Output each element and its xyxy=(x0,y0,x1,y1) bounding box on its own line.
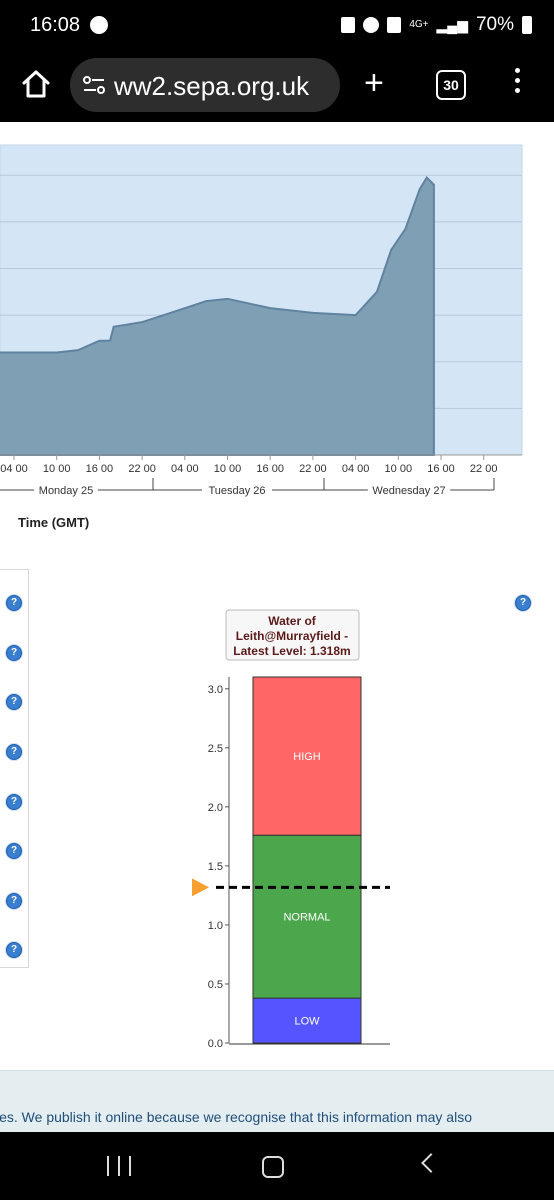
x-axis-ticks: 04 00 10 00 16 00 22 00 04 00 10 00 16 00 22 00… xyxy=(0,454,522,475)
band-label: HIGH xyxy=(293,751,321,763)
home-icon[interactable] xyxy=(18,66,54,102)
alarm-icon xyxy=(363,17,380,33)
signal-icon: ▂▄▆ xyxy=(436,16,468,33)
x-tick-label: 04 00 xyxy=(0,463,28,475)
x-tick-label: 16 00 xyxy=(256,463,284,475)
x-tick-label: 04 00 xyxy=(171,463,199,475)
x-tick-label: 10 00 xyxy=(214,463,242,475)
network-type: 4G+ xyxy=(409,19,429,30)
messenger-icon xyxy=(90,16,108,34)
url-text[interactable]: ww2.sepa.org.uk xyxy=(114,71,336,102)
level-bands: LOW NORMAL HIGH xyxy=(252,676,362,1044)
address-bar[interactable]: ww2.sepa.org.uk xyxy=(70,58,340,112)
page-content: 04 00 10 00 16 00 22 00 04 00 10 00 16 00 22 00… xyxy=(0,122,554,1132)
status-icons: 4G+ ▂▄▆ 70% xyxy=(341,14,532,36)
battery-icon xyxy=(522,16,532,34)
tab-switcher-button[interactable]: 30 xyxy=(436,70,466,100)
y-tick-label: 0.5 xyxy=(208,979,223,991)
day-label: Tuesday 26 xyxy=(208,485,265,497)
home-nav-button[interactable] xyxy=(262,1156,284,1178)
x-tick-label: 10 00 xyxy=(385,463,413,475)
band-label: NORMAL xyxy=(283,912,330,924)
y-tick-label: 2.5 xyxy=(208,743,223,755)
day-labels: Monday 25 Tuesday 26 Wednesday 27 xyxy=(0,478,495,498)
x-tick-label: 22 00 xyxy=(128,463,156,475)
footer-text: ies. We publish it online because we rec… xyxy=(0,1109,472,1125)
latest-level-marker xyxy=(192,878,209,897)
site-settings-icon[interactable] xyxy=(82,75,106,95)
recents-button[interactable] xyxy=(107,1156,131,1176)
x-tick-label: 10 00 xyxy=(43,463,71,475)
x-tick-label: 22 00 xyxy=(470,463,498,475)
info-footer: ies. We publish it online because we rec… xyxy=(0,1070,554,1132)
system-nav-bar xyxy=(0,1132,554,1200)
x-tick-label: 04 00 xyxy=(342,463,370,475)
y-tick-label: 1.5 xyxy=(208,861,223,873)
x-tick-label: 16 00 xyxy=(86,463,114,475)
day-label: Monday 25 xyxy=(39,485,93,497)
back-button[interactable] xyxy=(421,1153,441,1173)
more-menu-icon[interactable] xyxy=(514,68,522,98)
mute-icon xyxy=(387,17,402,33)
y-tick-label: 1.0 xyxy=(208,920,223,932)
new-tab-button[interactable]: + xyxy=(364,66,384,100)
y-tick-label: 0.0 xyxy=(208,1038,223,1050)
status-bar: 16:08 4G+ ▂▄▆ 70% xyxy=(0,0,554,52)
x-tick-label: 16 00 xyxy=(427,463,455,475)
x-axis-title: Time (GMT) xyxy=(18,515,90,530)
title-line: Water of xyxy=(268,614,317,628)
battery-percent: 70% xyxy=(475,14,514,35)
title-line: Latest Level: 1.318m xyxy=(233,644,350,658)
status-time: 16:08 xyxy=(30,14,81,36)
notification-icon xyxy=(341,17,356,33)
band-label: LOW xyxy=(294,1016,320,1028)
title-line: Leith@Murrayfield - xyxy=(236,629,348,643)
latest-level-gauge: Water ofLeith@Murrayfield -Latest Level:… xyxy=(192,609,390,1050)
river-level-area-chart: 04 00 10 00 16 00 22 00 04 00 10 00 16 00 22 00… xyxy=(0,144,523,498)
day-label: Wednesday 27 xyxy=(372,485,445,497)
x-tick-label: 22 00 xyxy=(299,463,327,475)
y-tick-label: 2.0 xyxy=(208,802,223,814)
browser-toolbar: ww2.sepa.org.uk + 30 xyxy=(0,52,554,122)
gauge-title-box: Water ofLeith@Murrayfield -Latest Level:… xyxy=(225,609,360,661)
y-tick-label: 3.0 xyxy=(208,684,223,696)
